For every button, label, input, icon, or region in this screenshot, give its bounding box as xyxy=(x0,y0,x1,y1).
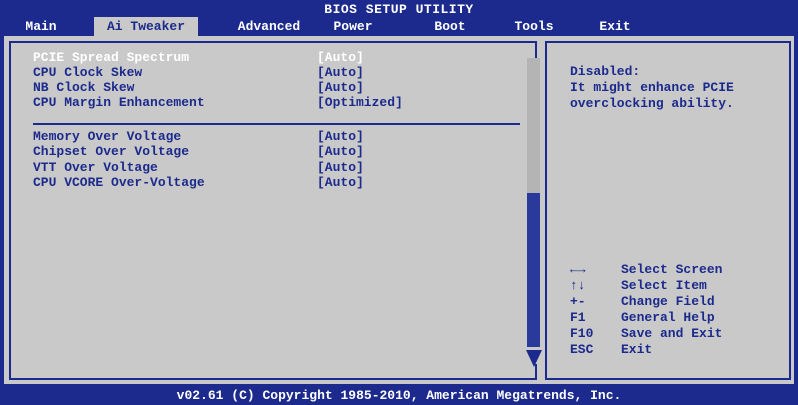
help-text: Disabled: It might enhance PCIE overcloc… xyxy=(570,64,780,112)
setting-value[interactable]: [Auto] xyxy=(317,129,364,144)
key-description: Select Screen xyxy=(621,262,723,277)
key-description: Change Field xyxy=(621,294,715,309)
setting-value[interactable]: [Auto] xyxy=(317,160,364,175)
top-bar: BIOS SETUP UTILITY Main Ai Tweaker Advan… xyxy=(0,0,798,36)
setting-label: Memory Over Voltage xyxy=(33,129,182,144)
key-legend: ←→ Select Screen ↑↓ Select Item +- Chang… xyxy=(570,262,790,358)
setting-label: VTT Over Voltage xyxy=(33,160,158,175)
scrollbar-upper[interactable] xyxy=(527,58,540,193)
setting-value[interactable]: [Auto] xyxy=(317,50,364,65)
key-label: F10 xyxy=(570,326,594,341)
setting-vtt-over-voltage[interactable]: VTT Over Voltage [Auto] xyxy=(33,160,513,175)
key-row: ↑↓ Select Item xyxy=(570,278,790,294)
help-line: Disabled: xyxy=(570,64,641,79)
scroll-down-arrow-icon[interactable] xyxy=(526,350,542,367)
up-down-arrows-icon: ↑↓ xyxy=(570,278,586,293)
setting-label: CPU VCORE Over-Voltage xyxy=(33,175,205,190)
key-row: F10 Save and Exit xyxy=(570,326,790,342)
tab-tools[interactable]: Tools xyxy=(508,17,560,36)
help-line: It might enhance PCIE xyxy=(570,80,734,95)
scrollbar-thumb[interactable] xyxy=(527,193,540,347)
key-row: ←→ Select Screen xyxy=(570,262,790,278)
key-description: General Help xyxy=(621,310,715,325)
separator-line xyxy=(33,123,520,125)
setting-label: PCIE Spread Spectrum xyxy=(33,50,190,65)
setting-value[interactable]: [Auto] xyxy=(317,144,364,159)
setting-value[interactable]: [Auto] xyxy=(317,80,364,95)
tab-exit[interactable]: Exit xyxy=(592,17,638,36)
tab-boot[interactable]: Boot xyxy=(425,17,475,36)
key-row: ESC Exit xyxy=(570,342,790,358)
setting-chipset-over-voltage[interactable]: Chipset Over Voltage [Auto] xyxy=(33,144,513,159)
tab-advanced[interactable]: Advanced xyxy=(226,17,312,36)
left-right-arrows-icon: ←→ xyxy=(570,262,586,277)
key-label: F1 xyxy=(570,310,586,325)
setting-label: CPU Clock Skew xyxy=(33,65,143,80)
key-row: +- Change Field xyxy=(570,294,790,310)
key-description: Select Item xyxy=(621,278,707,293)
setting-label: NB Clock Skew xyxy=(33,80,135,95)
help-line: overclocking ability. xyxy=(570,96,734,111)
setting-label: Chipset Over Voltage xyxy=(33,144,190,159)
tab-power[interactable]: Power xyxy=(322,17,384,36)
tab-ai-tweaker[interactable]: Ai Tweaker xyxy=(94,17,198,36)
tab-main[interactable]: Main xyxy=(16,17,66,36)
copyright-footer: v02.61 (C) Copyright 1985-2010, American… xyxy=(176,388,622,403)
setting-value[interactable]: [Auto] xyxy=(317,175,364,190)
setting-memory-over-voltage[interactable]: Memory Over Voltage [Auto] xyxy=(33,129,513,144)
setting-cpu-vcore-over-voltage[interactable]: CPU VCORE Over-Voltage [Auto] xyxy=(33,175,513,190)
setting-nb-clock-skew[interactable]: NB Clock Skew [Auto] xyxy=(33,80,513,95)
setting-value[interactable]: [Auto] xyxy=(317,65,364,80)
key-description: Save and Exit xyxy=(621,326,723,341)
setting-label: CPU Margin Enhancement xyxy=(33,95,205,110)
key-row: F1 General Help xyxy=(570,310,790,326)
bios-title: BIOS SETUP UTILITY xyxy=(324,2,474,17)
key-label: +- xyxy=(570,294,586,309)
setting-cpu-margin-enhancement[interactable]: CPU Margin Enhancement [Optimized] xyxy=(33,95,513,110)
setting-value[interactable]: [Optimized] xyxy=(317,95,403,110)
key-label: ESC xyxy=(570,342,594,357)
setting-cpu-clock-skew[interactable]: CPU Clock Skew [Auto] xyxy=(33,65,513,80)
setting-pcie-spread-spectrum[interactable]: PCIE Spread Spectrum [Auto] xyxy=(33,50,513,65)
key-description: Exit xyxy=(621,342,653,357)
